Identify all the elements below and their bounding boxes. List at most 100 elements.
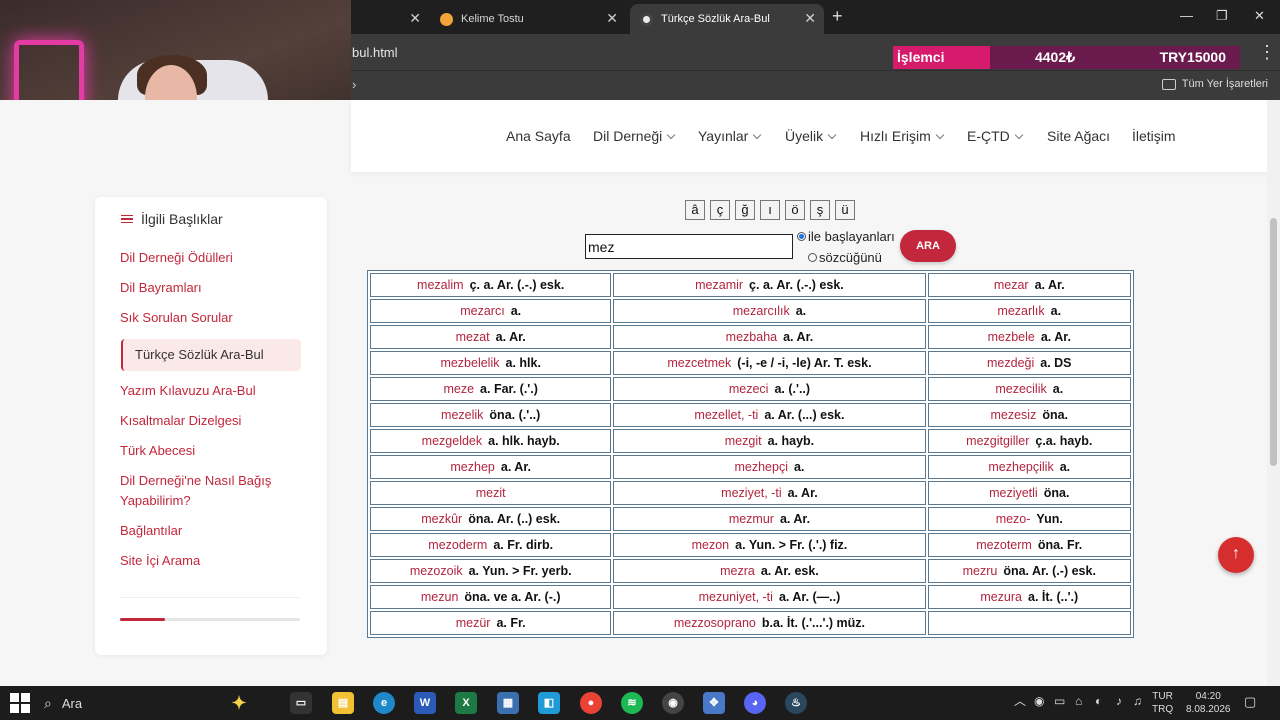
nav-e-ctd[interactable]: E-ÇTD: [967, 128, 1024, 144]
nav-iletisim[interactable]: İletişim: [1132, 128, 1176, 144]
sidebar-item-oduller[interactable]: Dil Derneği Ödülleri: [120, 248, 310, 268]
result-word-link[interactable]: mezozoik: [410, 564, 463, 578]
result-word-link[interactable]: meze: [443, 382, 474, 396]
clock[interactable]: 04:20 8.08.2026: [1186, 690, 1231, 716]
result-word-link[interactable]: mezmur: [729, 512, 774, 526]
nav-ana-sayfa[interactable]: Ana Sayfa: [506, 128, 571, 144]
browser-tab-active[interactable]: Türkçe Sözlük Ara-Bul ✕: [630, 4, 824, 34]
result-word-link[interactable]: mezra: [720, 564, 755, 578]
result-word-link[interactable]: mezuniyet, -ti: [699, 590, 773, 604]
result-word-link[interactable]: mezeci: [729, 382, 769, 396]
result-word-link[interactable]: mezesiz: [990, 408, 1036, 422]
char-button-u-umlaut[interactable]: ü: [835, 200, 855, 220]
char-button-dotless-i[interactable]: ı: [760, 200, 780, 220]
notification-icon[interactable]: ▢: [1244, 695, 1256, 708]
scroll-to-top-button[interactable]: ↑: [1218, 537, 1254, 573]
result-word-link[interactable]: mezamir: [695, 278, 743, 292]
store-icon[interactable]: ◧: [538, 692, 560, 714]
file-explorer-icon[interactable]: ▤: [332, 692, 354, 714]
result-word-link[interactable]: mezru: [963, 564, 998, 578]
task-view-icon[interactable]: ▭: [290, 692, 312, 714]
result-word-link[interactable]: mezcetmek: [667, 356, 731, 370]
sidebar-item-sozluk-active[interactable]: Türkçe Sözlük Ara-Bul: [121, 339, 301, 371]
sidebar-item-bagis[interactable]: Dil Derneği'ne Nasıl Bağış Yapabilirim?: [120, 471, 310, 511]
result-word-link[interactable]: mezgitgiller: [966, 434, 1029, 448]
dictionary-search-input[interactable]: [585, 234, 793, 259]
nav-hizli-erisim[interactable]: Hızlı Erişim: [860, 128, 945, 144]
minimize-icon[interactable]: —: [1180, 8, 1193, 23]
result-word-link[interactable]: mezbaha: [726, 330, 777, 344]
taskbar-search[interactable]: ⌕ Ara: [44, 686, 244, 720]
input-language[interactable]: TUR TRQ: [1152, 690, 1173, 716]
result-word-link[interactable]: mezo-: [996, 512, 1031, 526]
result-word-link[interactable]: mezit: [476, 486, 506, 500]
result-word-link[interactable]: mezarcı: [460, 304, 504, 318]
browser-tab-kelime-tostu[interactable]: Kelime Tostu ✕: [430, 4, 626, 34]
nav-uyelik[interactable]: Üyelik: [785, 128, 837, 144]
speaker-icon[interactable]: ◐: [1095, 695, 1102, 708]
result-word-link[interactable]: mezar: [994, 278, 1029, 292]
result-word-link[interactable]: mezkûr: [421, 512, 462, 526]
sidebar-item-site-ici-arama[interactable]: Site İçi Arama: [120, 551, 310, 571]
new-tab-icon[interactable]: +: [832, 6, 843, 27]
result-word-link[interactable]: mezhepçilik: [988, 460, 1053, 474]
result-word-link[interactable]: meziyet, -ti: [721, 486, 781, 500]
char-button-g-breve[interactable]: ğ: [735, 200, 755, 220]
nav-site-agaci[interactable]: Site Ağacı: [1047, 128, 1110, 144]
result-word-link[interactable]: mezalim: [417, 278, 464, 292]
result-word-link[interactable]: mezgeldek: [422, 434, 482, 448]
nav-yayinlar[interactable]: Yayınlar: [698, 128, 762, 144]
result-word-link[interactable]: mezbelelik: [440, 356, 499, 370]
result-word-link[interactable]: mezür: [456, 616, 491, 630]
result-word-link[interactable]: mezdeği: [987, 356, 1034, 370]
sidebar-item-sss[interactable]: Sık Sorulan Sorular: [120, 308, 310, 328]
spotify-icon[interactable]: ≋: [621, 692, 643, 714]
sidebar-item-turk-abecesi[interactable]: Türk Abecesi: [120, 441, 310, 461]
sidebar-item-bayramlar[interactable]: Dil Bayramları: [120, 278, 310, 298]
char-button-o-umlaut[interactable]: ö: [785, 200, 805, 220]
result-word-link[interactable]: mezelik: [441, 408, 483, 422]
result-word-link[interactable]: mezzosoprano: [674, 616, 756, 630]
char-button-a-circumflex[interactable]: â: [685, 200, 705, 220]
chrome-icon[interactable]: ●: [580, 692, 602, 714]
chevron-up-icon[interactable]: ︿: [1014, 695, 1026, 708]
sidebar-item-baglantilar[interactable]: Bağlantılar: [120, 521, 310, 541]
result-word-link[interactable]: meziyetli: [989, 486, 1038, 500]
close-tab-icon[interactable]: ✕: [804, 10, 816, 27]
result-word-link[interactable]: mezgit: [725, 434, 762, 448]
result-word-link[interactable]: mezecilik: [995, 382, 1046, 396]
volume-icon[interactable]: ♪: [1116, 695, 1122, 708]
radio-whole-word[interactable]: sözcüğünü: [808, 250, 882, 265]
result-word-link[interactable]: mezoderm: [428, 538, 487, 552]
result-word-link[interactable]: mezura: [980, 590, 1022, 604]
radio-starts-with[interactable]: ile başlayanları: [797, 229, 895, 244]
result-word-link[interactable]: mezellet, -ti: [694, 408, 758, 422]
result-word-link[interactable]: mezhep: [450, 460, 494, 474]
nav-dil-dernegi[interactable]: Dil Derneği: [593, 128, 676, 144]
network-icon[interactable]: ⌂: [1075, 695, 1082, 708]
result-word-link[interactable]: mezbele: [988, 330, 1035, 344]
char-button-c-cedilla[interactable]: ç: [710, 200, 730, 220]
copilot-sparkle-icon[interactable]: ✦: [228, 692, 250, 714]
url-text[interactable]: bul.html: [352, 45, 398, 60]
app-icon[interactable]: ✥: [703, 692, 725, 714]
result-word-link[interactable]: mezarcılık: [733, 304, 790, 318]
calculator-icon[interactable]: ▦: [497, 692, 519, 714]
obs-icon[interactable]: ◉: [662, 692, 684, 714]
maximize-icon[interactable]: ❐: [1216, 8, 1228, 24]
vertical-scrollbar[interactable]: [1267, 100, 1280, 686]
result-word-link[interactable]: mezon: [692, 538, 730, 552]
scrollbar-thumb[interactable]: [1270, 218, 1277, 466]
search-button[interactable]: ARA: [900, 230, 956, 262]
sidebar-item-kisaltmalar[interactable]: Kısaltmalar Dizelgesi: [120, 411, 310, 431]
record-icon[interactable]: ◉: [1034, 695, 1044, 708]
edge-icon[interactable]: e: [373, 692, 395, 714]
mic-icon[interactable]: ♫: [1133, 695, 1142, 708]
char-button-s-cedilla[interactable]: ş: [810, 200, 830, 220]
excel-icon[interactable]: X: [455, 692, 477, 714]
browser-tab-partial[interactable]: ✕: [351, 4, 429, 34]
close-tab-icon[interactable]: ✕: [409, 10, 421, 27]
result-word-link[interactable]: mezarlık: [997, 304, 1044, 318]
result-word-link[interactable]: mezun: [421, 590, 459, 604]
sidebar-item-yazim-kilavuzu[interactable]: Yazım Kılavuzu Ara-Bul: [120, 381, 310, 401]
